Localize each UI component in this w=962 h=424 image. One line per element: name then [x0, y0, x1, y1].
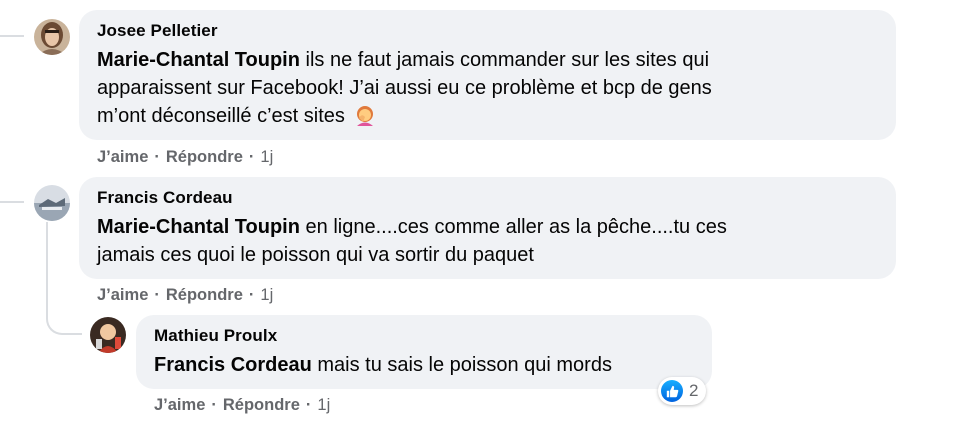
reply-link[interactable]: Répondre [166, 147, 243, 167]
separator: · [211, 396, 217, 414]
separator: · [248, 148, 255, 166]
comment-actions: J’aime · Répondre · 1j [154, 395, 330, 415]
like-link[interactable]: J’aime [97, 147, 148, 167]
comment-bubble: Mathieu Proulx Francis Cordeau mais tu s… [136, 315, 712, 389]
like-link[interactable]: J’aime [154, 395, 205, 415]
comment-text: Marie-Chantal Toupin ils ne faut jamais … [97, 46, 878, 130]
timestamp[interactable]: 1j [317, 395, 330, 415]
avatar-josee[interactable] [34, 19, 70, 55]
avatar-mathieu[interactable] [90, 317, 126, 353]
comment-bubble: Francis Cordeau Marie-Chantal Toupin en … [79, 177, 896, 279]
separator: · [248, 286, 255, 304]
comment-text-line: jamais ces quoi le poisson qui va sortir… [97, 244, 534, 266]
mention-link[interactable]: Marie-Chantal Toupin [97, 216, 300, 238]
separator: · [154, 286, 160, 304]
reply-link[interactable]: Répondre [166, 285, 243, 305]
comment-text: Marie-Chantal Toupin en ligne....ces com… [97, 213, 878, 269]
comment-author[interactable]: Josee Pelletier [97, 20, 878, 42]
mention-link[interactable]: Marie-Chantal Toupin [97, 49, 300, 71]
woman-facepalming-emoji [357, 106, 374, 126]
comment-actions: J’aime · Répondre · 1j [97, 285, 273, 305]
comment-text-line: en ligne....ces comme aller as la pêche.… [299, 216, 727, 238]
comment-bubble: Josee Pelletier Marie-Chantal Toupin ils… [79, 10, 896, 140]
timestamp[interactable]: 1j [260, 285, 273, 305]
comment-text-line: apparaissent sur Facebook! J’ai aussi eu… [97, 77, 712, 99]
like-link[interactable]: J’aime [97, 285, 148, 305]
comment-actions: J’aime · Répondre · 1j [97, 147, 273, 167]
thread-line-curve [46, 305, 82, 335]
mention-link[interactable]: Francis Cordeau [154, 354, 312, 376]
comment-author[interactable]: Mathieu Proulx [154, 325, 694, 347]
avatar-francis[interactable] [34, 185, 70, 221]
like-icon [661, 380, 683, 402]
timestamp[interactable]: 1j [260, 147, 273, 167]
reaction-badge[interactable]: 2 [658, 377, 707, 405]
separator: · [154, 148, 160, 166]
reply-link[interactable]: Répondre [223, 395, 300, 415]
thread-line-vertical [46, 222, 48, 317]
separator: · [305, 396, 312, 414]
comment-text-line: ils ne faut jamais commander sur les sit… [299, 49, 710, 71]
thread-line-top [0, 35, 24, 37]
comment-text-line: m’ont déconseillé c’est sites [97, 105, 345, 127]
comment-text: Francis Cordeau mais tu sais le poisson … [154, 351, 694, 379]
comment-text-line: mais tu sais le poisson qui mords [311, 354, 612, 376]
reaction-count: 2 [689, 381, 699, 400]
comment-author[interactable]: Francis Cordeau [97, 187, 878, 209]
thread-line-mid [0, 201, 24, 203]
